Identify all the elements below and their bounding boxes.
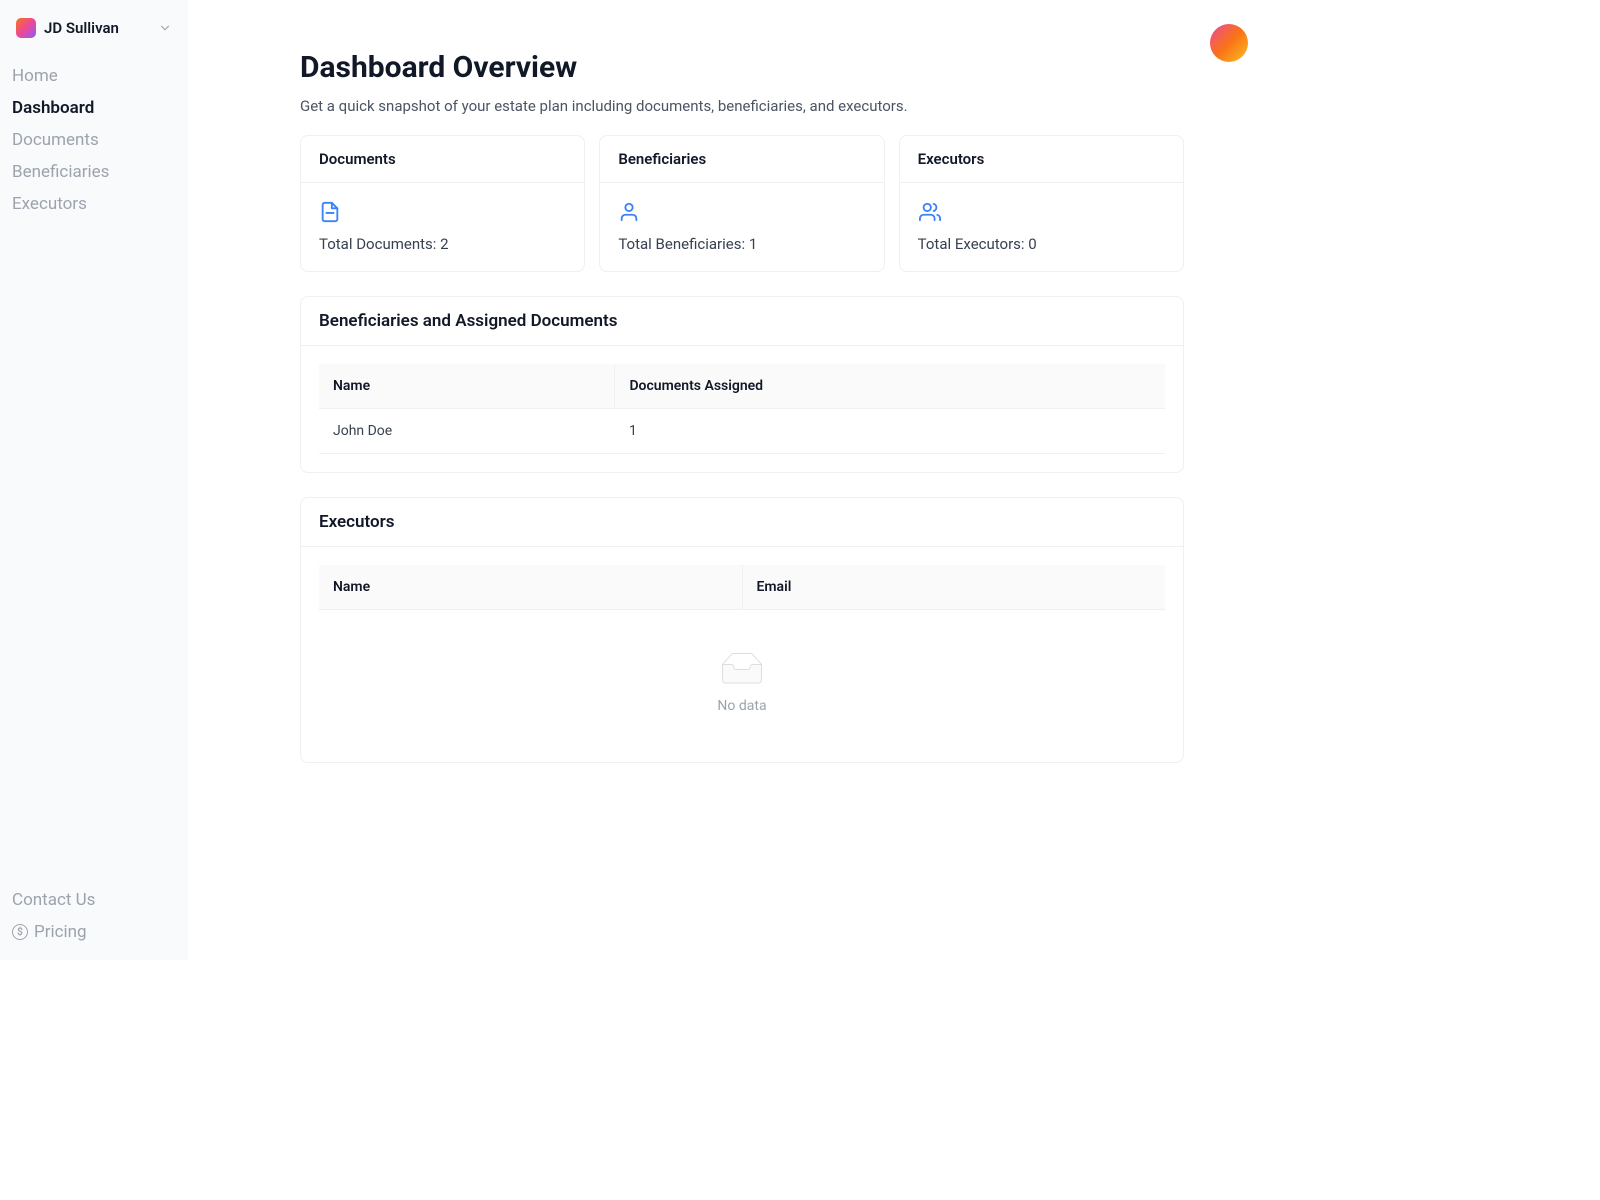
beneficiaries-table: Name Documents Assigned John Doe 1 [319,364,1165,454]
cell-docs-assigned: 1 [615,409,1165,454]
empty-text: No data [717,698,766,714]
column-header-name[interactable]: Name [319,364,615,409]
sidebar-item-documents[interactable]: Documents [12,124,176,156]
sidebar-item-home[interactable]: Home [12,60,176,92]
section-title: Executors [319,512,1165,532]
user-name: JD Sullivan [44,19,119,37]
stat-label: Total Executors: 0 [918,235,1165,253]
user-avatar-icon [16,18,36,38]
users-icon [918,201,942,223]
sidebar-nav: Home Dashboard Documents Beneficiaries E… [12,60,176,884]
user-menu[interactable]: JD Sullivan [12,12,176,44]
sidebar-footer: Contact Us $ Pricing [12,884,176,948]
page-subtitle: Get a quick snapshot of your estate plan… [300,97,1184,115]
chevron-down-icon [158,21,172,35]
file-icon [319,201,341,223]
stats-grid: Documents Total Documents: 2 [300,135,1184,272]
column-header-name[interactable]: Name [319,565,742,610]
executors-table: Name Email [319,565,1165,610]
dollar-icon: $ [12,924,28,940]
sidebar-item-dashboard[interactable]: Dashboard [12,92,176,124]
stat-label: Total Documents: 2 [319,235,566,253]
sidebar-item-beneficiaries[interactable]: Beneficiaries [12,156,176,188]
sidebar-item-contact-us[interactable]: Contact Us [12,884,176,916]
stat-card-title: Documents [319,150,566,168]
stat-card-documents: Documents Total Documents: 2 [300,135,585,272]
empty-icon [715,650,769,690]
executors-section: Executors Name Email [300,497,1184,763]
cell-name: John Doe [319,409,615,454]
stat-card-beneficiaries: Beneficiaries Total Beneficiaries: 1 [599,135,884,272]
beneficiaries-section: Beneficiaries and Assigned Documents Nam… [300,296,1184,473]
stat-card-title: Beneficiaries [618,150,865,168]
stat-card-title: Executors [918,150,1165,168]
stat-label: Total Beneficiaries: 1 [618,235,865,253]
sidebar: JD Sullivan Home Dashboard Documents Ben… [0,0,188,960]
user-icon [618,201,640,223]
sidebar-item-executors[interactable]: Executors [12,188,176,220]
section-title: Beneficiaries and Assigned Documents [319,311,1165,331]
column-header-documents-assigned[interactable]: Documents Assigned [615,364,1165,409]
column-header-email[interactable]: Email [742,565,1165,610]
sidebar-item-label: Contact Us [12,890,95,910]
stat-card-executors: Executors Total Executors: 0 [899,135,1184,272]
sidebar-item-pricing[interactable]: $ Pricing [12,916,176,948]
table-row[interactable]: John Doe 1 [319,409,1165,454]
main-content: Dashboard Overview Get a quick snapshot … [188,0,1280,960]
empty-state: No data [319,610,1165,744]
sidebar-item-label: Pricing [34,922,87,942]
profile-avatar[interactable] [1210,24,1248,62]
page-title: Dashboard Overview [300,50,1184,85]
